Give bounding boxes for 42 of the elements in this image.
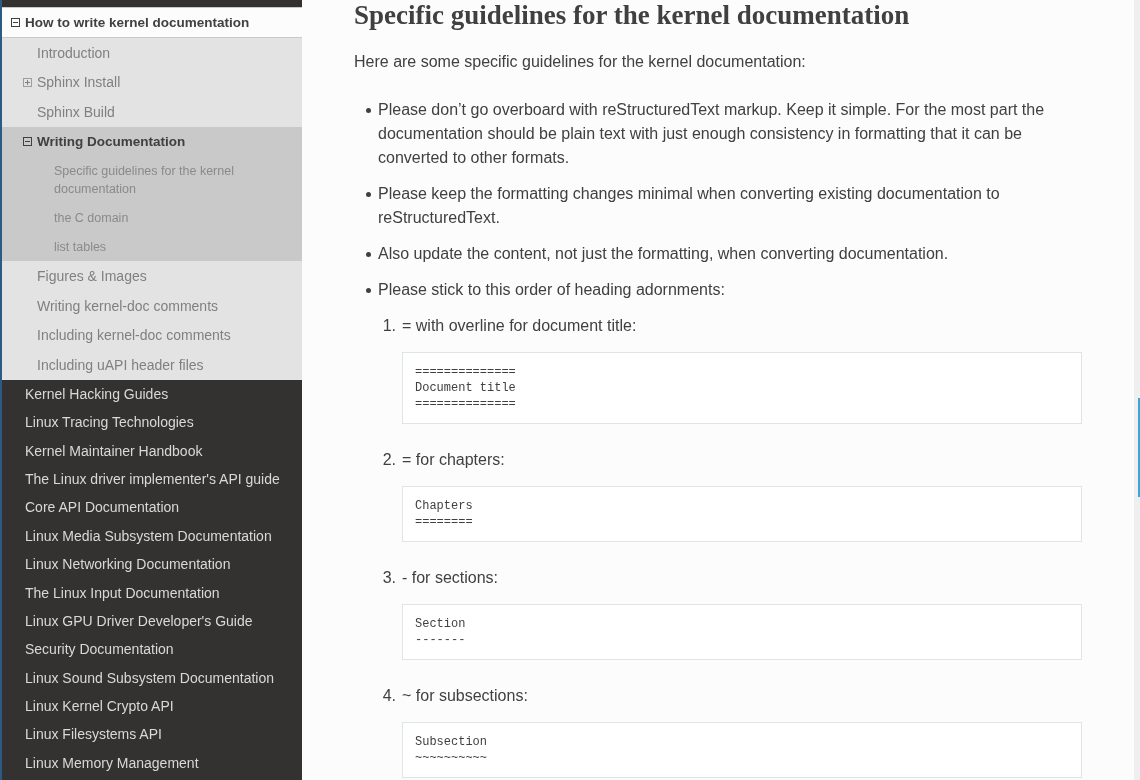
guideline-text: Please keep the formatting changes minimal when converting existing documentation to reStructuredText. bbox=[378, 184, 1001, 228]
sidebar-link[interactable]: Linux GPU Driver Developer's Guide bbox=[2, 606, 302, 636]
sidebar-link[interactable]: How to write kernel documentation bbox=[2, 7, 302, 38]
plus-box-icon[interactable] bbox=[23, 77, 32, 87]
code-block: Section ------- bbox=[402, 604, 1082, 660]
step-text: ~ for subsections: bbox=[402, 686, 528, 706]
guideline-text: Please stick to this order of heading adornments: bbox=[378, 280, 725, 300]
bullet-icon bbox=[366, 251, 371, 257]
sidebar-link[interactable]: The Linux driver implementer's API guide bbox=[2, 464, 302, 494]
sidebar-link[interactable]: Linux Networking Documentation bbox=[2, 550, 302, 579]
guideline-text: Please don’t go overboard with reStructuredText markup. Keep it simple. For the most part the documentation should be plain text with just enough consistency in formatting that it can be converted to other formats. bbox=[378, 100, 1046, 168]
sidebar-link[interactable]: Kernel Maintainer Handbook bbox=[2, 436, 302, 465]
intro-paragraph: Here are some specific guidelines for the kernel documentation: bbox=[354, 52, 806, 72]
guideline-text: Also update the content, not just the formatting, when converting documentation. bbox=[378, 244, 949, 264]
sidebar-link[interactable]: Writing Documentation bbox=[2, 126, 302, 157]
bullet-icon bbox=[366, 191, 371, 197]
sidebar-link[interactable]: Linux Filesystems API bbox=[2, 720, 302, 749]
code-block: Chapters ======== bbox=[402, 486, 1082, 542]
sidebar-link[interactable]: Security Documentation bbox=[2, 635, 302, 664]
step-text: - for sections: bbox=[402, 568, 499, 588]
minus-box-icon[interactable] bbox=[11, 18, 20, 27]
bullet-icon bbox=[366, 287, 371, 293]
list-number: 1. bbox=[382, 316, 397, 336]
list-number: 4. bbox=[382, 686, 397, 706]
minus-box-icon[interactable] bbox=[23, 137, 32, 147]
sidebar-link[interactable]: Core API Documentation bbox=[2, 493, 302, 522]
sidebar-link[interactable]: Linux Media Subsystem Documentation bbox=[2, 521, 302, 550]
page-heading: Specific guidelines for the kernel documentation bbox=[354, 0, 910, 30]
list-number: 3. bbox=[382, 568, 397, 588]
list-number: 2. bbox=[382, 450, 397, 470]
step-text: = for chapters: bbox=[402, 450, 505, 470]
sidebar-link[interactable]: Linux Memory Management bbox=[2, 748, 302, 777]
bullet-icon bbox=[366, 107, 371, 113]
sidebar-link[interactable]: The Linux Input Documentation bbox=[2, 578, 302, 607]
scrollbar[interactable] bbox=[1134, 0, 1140, 780]
code-block: Subsection ~~~~~~~~~~ bbox=[402, 722, 1082, 778]
sidebar-link[interactable]: Linux Tracing Technologies bbox=[2, 408, 302, 437]
step-text: = with overline for document title: bbox=[402, 316, 637, 336]
sidebar-link[interactable]: Linux Sound Subsystem Documentation bbox=[2, 663, 302, 692]
sidebar-link[interactable]: Linux Kernel Crypto API bbox=[2, 691, 302, 721]
sidebar-link[interactable]: Kernel Hacking Guides bbox=[2, 379, 302, 409]
code-block: ============== Document title ============== bbox=[402, 352, 1082, 424]
